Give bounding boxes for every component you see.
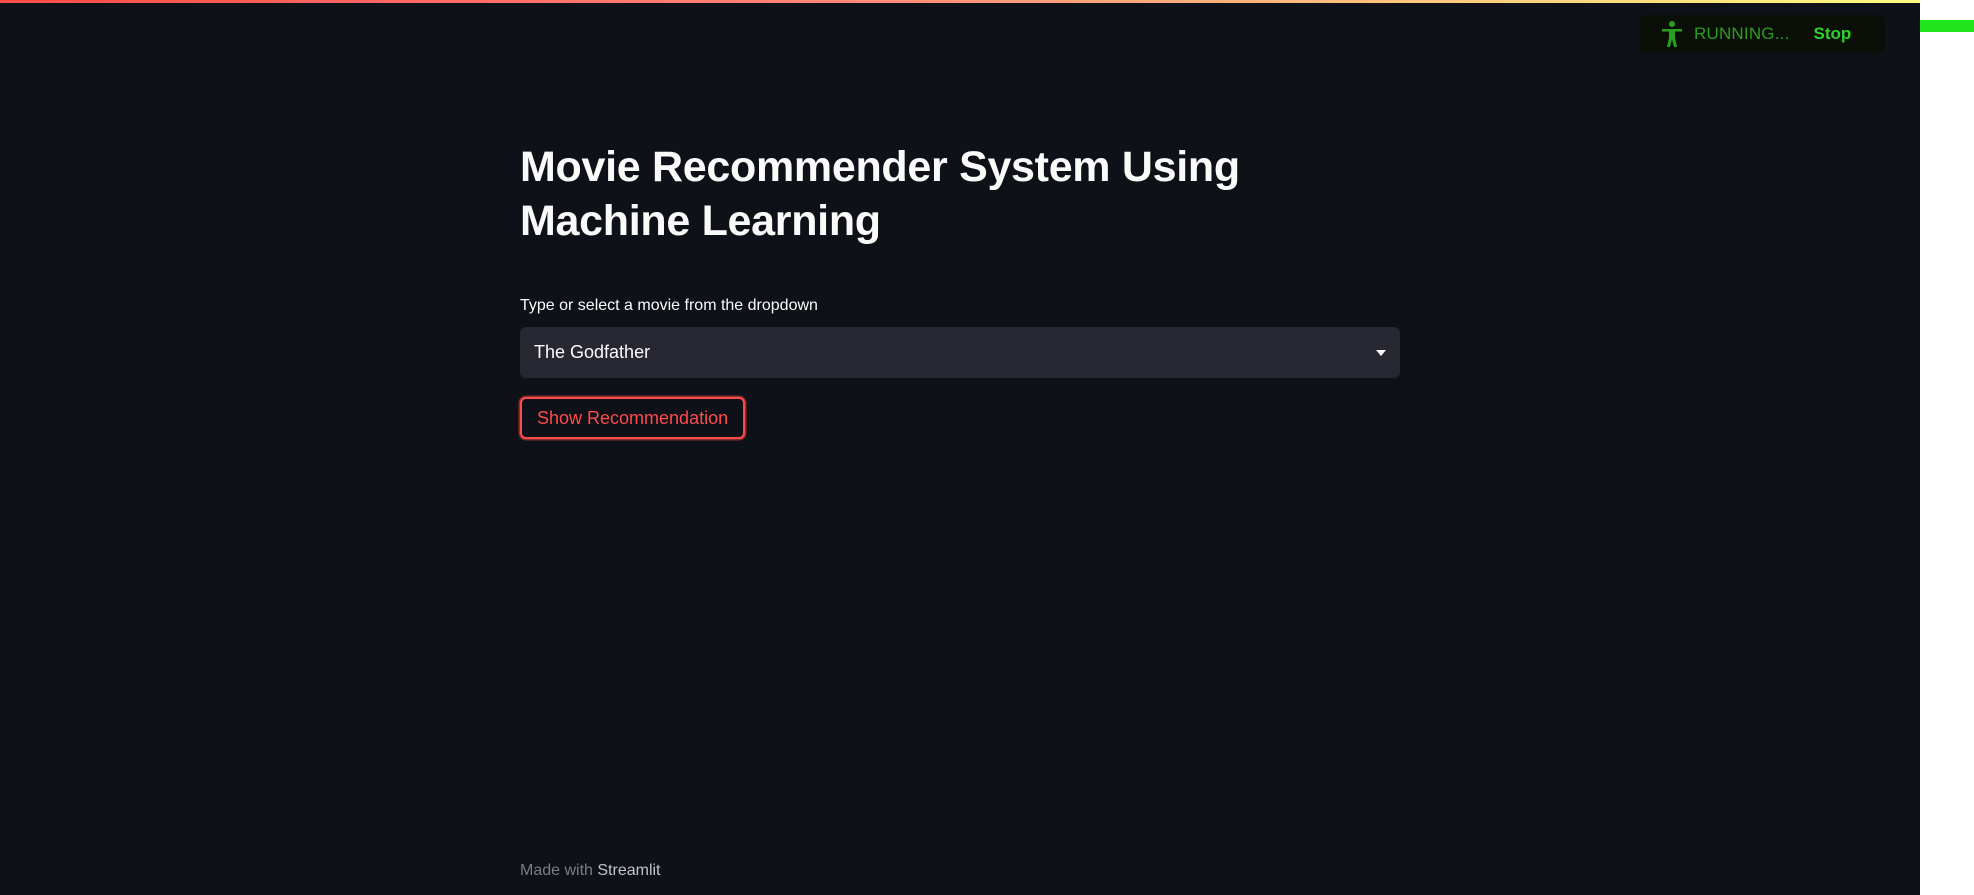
- page-title: Movie Recommender System Using Machine L…: [520, 143, 1240, 245]
- movie-select-label: Type or select a movie from the dropdown: [520, 297, 818, 314]
- running-person-icon: [1660, 19, 1684, 49]
- movie-select-dropdown[interactable]: The Godfather: [520, 327, 1400, 378]
- app-container: RUNNING... Stop Movie Recommender System…: [0, 0, 1920, 895]
- green-edge-strip: [1920, 20, 1974, 32]
- selected-movie-value: The Godfather: [534, 342, 651, 362]
- chevron-down-icon[interactable]: [1376, 349, 1386, 356]
- show-recommendation-button[interactable]: Show Recommendation: [520, 397, 746, 439]
- footer: Made with Streamlit: [520, 862, 661, 880]
- stop-button[interactable]: Stop: [1814, 24, 1852, 44]
- running-status-label: RUNNING...: [1694, 24, 1790, 43]
- footer-made-with: Made with: [520, 862, 593, 879]
- main-content: Movie Recommender System Using Machine L…: [520, 140, 1400, 439]
- top-decoration-bar: [0, 0, 1920, 3]
- header-toolbar: RUNNING... Stop: [1640, 15, 1885, 53]
- streamlit-link[interactable]: Streamlit: [597, 862, 660, 879]
